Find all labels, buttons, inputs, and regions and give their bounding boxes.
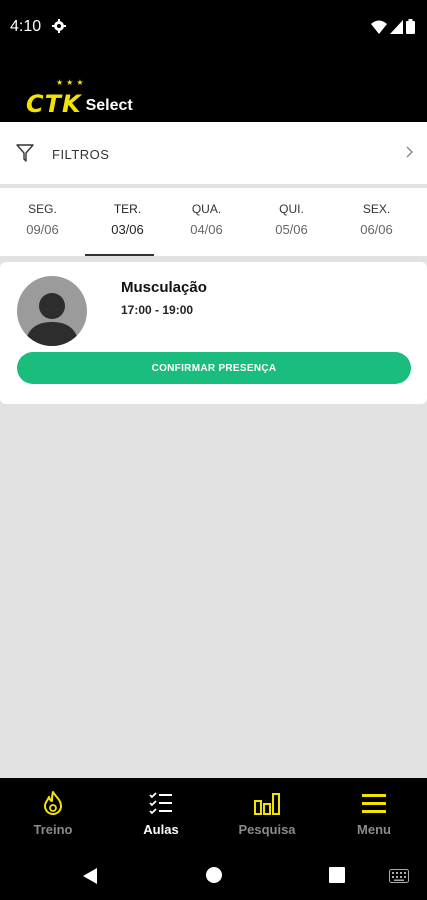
cell-signal-icon xyxy=(390,19,403,34)
nav-item-treino[interactable]: Treino xyxy=(0,790,106,837)
day-date: 03/06 xyxy=(111,222,144,237)
day-selector: SEG. 09/06 TER. 03/06 QUA. 04/06 QUI. 05… xyxy=(0,188,427,256)
class-name: Musculação xyxy=(121,279,207,296)
keyboard-icon[interactable] xyxy=(389,869,409,883)
wifi-icon xyxy=(371,20,387,34)
back-icon[interactable] xyxy=(82,867,98,885)
status-bar: 4:10 xyxy=(0,0,427,56)
app-header: ★★★ CTK Select xyxy=(0,56,427,122)
class-card: Musculação 17:00 - 19:00 CONFIRMAR PRESE… xyxy=(0,262,427,404)
day-name: TER. xyxy=(113,202,142,216)
day-name: QUI. xyxy=(279,202,304,216)
filters-bar[interactable]: FILTROS xyxy=(0,122,427,184)
filters-label: FILTROS xyxy=(52,147,110,162)
filter-funnel-icon xyxy=(16,144,34,162)
home-icon[interactable] xyxy=(205,866,223,884)
status-time: 4:10 xyxy=(10,18,42,35)
day-date: 06/06 xyxy=(360,222,393,237)
nav-label: Aulas xyxy=(143,822,179,837)
logo-suffix: Select xyxy=(85,97,133,114)
nav-label: Pesquisa xyxy=(238,822,296,837)
day-date: 09/06 xyxy=(26,222,59,237)
hamburger-icon xyxy=(362,794,386,813)
day-tab-mon[interactable]: SEG. 09/06 xyxy=(0,188,85,256)
day-tab-wed[interactable]: QUA. 04/06 xyxy=(164,188,249,256)
class-time: 17:00 - 19:00 xyxy=(121,303,194,317)
battery-icon xyxy=(406,19,415,34)
nav-label: Treino xyxy=(33,822,73,837)
content-area: FILTROS SEG. 09/06 TER. 03/06 QUA. 04/06… xyxy=(0,122,427,778)
checklist-icon xyxy=(149,792,172,815)
person-silhouette-icon xyxy=(25,293,79,346)
day-name: SEG. xyxy=(28,202,57,216)
day-name: QUA. xyxy=(191,202,222,216)
status-icons xyxy=(371,19,415,34)
day-date: 04/06 xyxy=(190,222,223,237)
flame-icon xyxy=(44,791,62,815)
confirm-attendance-button[interactable]: CONFIRMAR PRESENÇA xyxy=(17,352,411,384)
nav-item-aulas[interactable]: Aulas xyxy=(108,790,214,837)
settings-gear-icon xyxy=(52,19,66,33)
day-tab-fri[interactable]: SEX. 06/06 xyxy=(334,188,419,256)
day-date: 05/06 xyxy=(275,222,308,237)
logo-stars-icon: ★★★ xyxy=(56,78,87,87)
bottom-nav: Treino Aulas Pesquisa Menu xyxy=(0,778,427,850)
logo-mark: CTK xyxy=(26,90,82,118)
nav-label: Menu xyxy=(357,822,391,837)
active-day-indicator xyxy=(85,254,154,256)
ctk-select-logo: ★★★ CTK Select xyxy=(26,78,133,118)
bar-chart-icon xyxy=(254,793,280,815)
recents-icon[interactable] xyxy=(329,867,345,883)
day-tab-thu[interactable]: QUI. 05/06 xyxy=(249,188,334,256)
nav-item-menu[interactable]: Menu xyxy=(321,790,427,837)
day-name: SEX. xyxy=(362,202,391,216)
chevron-right-icon xyxy=(406,146,413,158)
day-tab-tue[interactable]: TER. 03/06 xyxy=(85,188,170,256)
instructor-avatar xyxy=(17,276,87,346)
system-nav-bar xyxy=(0,850,427,900)
nav-item-pesquisa[interactable]: Pesquisa xyxy=(214,790,320,837)
